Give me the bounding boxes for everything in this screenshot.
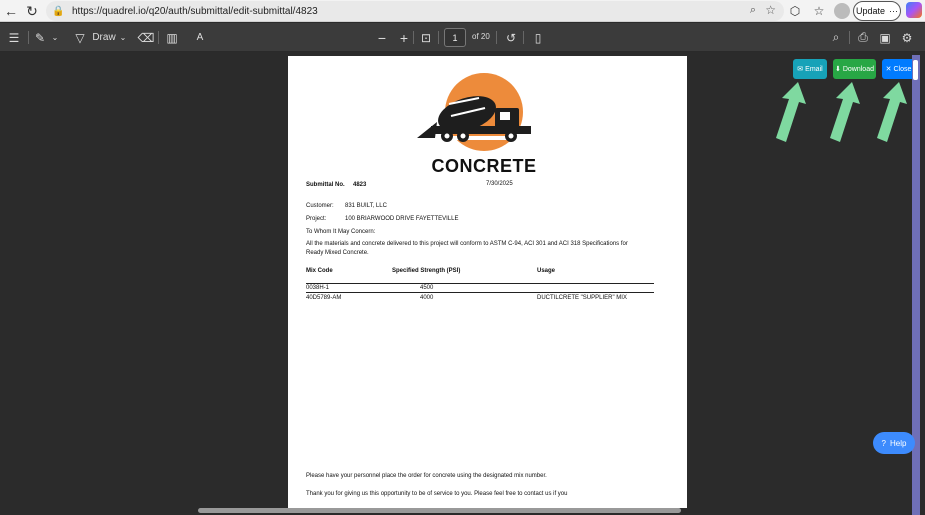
column-header-mix-code: Mix Code <box>306 268 333 274</box>
save-icon[interactable]: ▣ <box>877 29 893 46</box>
vertical-scrollbar-thumb[interactable] <box>913 60 918 80</box>
project-value: 100 BRIARWOOD DRIVE FAYETTEVILLE <box>345 216 459 222</box>
table-divider <box>306 283 654 284</box>
envelope-icon: ✉ <box>797 66 804 73</box>
mix-code-cell: 40D5789-AM <box>306 295 342 301</box>
search-icon[interactable]: ⌕ <box>828 29 844 46</box>
draw-button[interactable]: Draw <box>92 29 116 46</box>
logo-wordmark: CONCRETE <box>431 156 537 176</box>
favorites-icon[interactable]: ☆ <box>810 2 828 20</box>
footer-line-2: Thank you for giving us this opportunity… <box>306 491 568 497</box>
mix-code-cell: 0038H-1 <box>306 285 330 291</box>
extensions-icon[interactable]: ⬡ <box>786 2 804 20</box>
separator <box>438 31 439 44</box>
separator <box>413 31 414 44</box>
download-icon: ⬇ <box>834 66 841 73</box>
two-page-view-icon[interactable]: ▥ <box>164 29 180 46</box>
pdf-toolbar: ☰ ✎ ⌄ ▽ Draw ⌄ ⌫ ▥ A − + ⊡ 1 of 20 ↺ ▯ ⌕… <box>0 23 925 52</box>
settings-gear-icon[interactable]: ⚙ <box>899 29 915 46</box>
close-label: Close <box>893 65 912 73</box>
annotation-arrow-icon <box>830 82 860 142</box>
back-icon[interactable]: ← <box>2 2 20 20</box>
eraser-icon[interactable]: ⌫ <box>138 29 155 46</box>
print-icon[interactable]: ⎙ <box>855 29 871 46</box>
site-info-icon[interactable]: 🔒 <box>52 6 66 17</box>
favorite-star-icon[interactable]: ☆ <box>765 3 776 17</box>
page-number-input[interactable]: 1 <box>444 28 466 47</box>
customer-label: Customer: <box>306 203 334 209</box>
browser-toolbar: ← ↻ 🔒 https://quadrel.io/q20/auth/submit… <box>0 0 925 22</box>
customer-value: 831 BUILT, LLC <box>345 203 387 209</box>
horizontal-scrollbar-thumb[interactable] <box>198 508 681 513</box>
submittal-number: 4823 <box>353 182 367 188</box>
project-label: Project: <box>306 216 327 222</box>
page-count: of 20 <box>472 32 490 41</box>
annotation-arrow-icon <box>877 82 907 142</box>
highlight-icon[interactable]: ✎ <box>32 29 48 46</box>
footer-line-1: Please have your personnel place the ord… <box>306 473 547 479</box>
contents-icon[interactable]: ☰ <box>6 29 22 46</box>
question-icon: ? <box>881 438 886 448</box>
address-bar[interactable]: 🔒 https://quadrel.io/q20/auth/submittal/… <box>46 1 784 21</box>
separator <box>496 31 497 44</box>
pdf-viewer[interactable]: CONCRETE Submittal No. 4823 7/30/2025 Cu… <box>0 53 920 515</box>
draw-icon[interactable]: ▽ <box>72 29 88 46</box>
close-button[interactable]: ✕ Close <box>882 59 915 79</box>
read-aloud-icon[interactable]: A <box>192 29 208 46</box>
pdf-page: CONCRETE Submittal No. 4823 7/30/2025 Cu… <box>288 56 687 508</box>
page-view-icon[interactable]: ▯ <box>530 29 546 46</box>
url-text[interactable]: https://quadrel.io/q20/auth/submittal/ed… <box>72 6 318 17</box>
email-label: Email <box>805 65 823 73</box>
email-button[interactable]: ✉ Email <box>793 59 827 79</box>
strength-cell: 4000 <box>420 295 434 301</box>
separator <box>849 31 850 44</box>
separator <box>523 31 524 44</box>
separator <box>28 31 29 44</box>
draw-label: Draw <box>92 32 116 43</box>
zoom-in-icon[interactable]: + <box>397 29 411 46</box>
document-date: 7/30/2025 <box>486 181 513 187</box>
concrete-truck-icon <box>417 73 550 151</box>
column-header-strength: Specified Strength (PSI) <box>392 268 461 274</box>
chevron-down-icon[interactable]: ⌄ <box>118 29 128 46</box>
table-divider <box>306 292 654 293</box>
strength-cell: 4500 <box>420 285 434 291</box>
greeting: To Whom It May Concern: <box>306 229 376 235</box>
column-header-usage: Usage <box>537 268 556 274</box>
submittal-label: Submittal No. <box>306 182 345 188</box>
rotate-icon[interactable]: ↺ <box>503 29 519 46</box>
reload-icon[interactable]: ↻ <box>23 2 41 20</box>
chevron-down-icon[interactable]: ⌄ <box>50 29 60 46</box>
close-icon: ✕ <box>885 66 892 73</box>
copilot-icon[interactable] <box>906 2 922 18</box>
help-label: Help <box>890 438 907 448</box>
body-text-line-2: Ready Mixed Concrete. <box>306 250 369 256</box>
search-icon[interactable]: ⌕ <box>750 4 756 17</box>
profile-avatar[interactable] <box>834 3 850 19</box>
annotation-arrow-icon <box>776 82 806 142</box>
download-label: Download <box>842 65 874 73</box>
separator <box>158 31 159 44</box>
usage-cell: DUCTILCRETE "SUPPLIER" MIX <box>537 295 627 301</box>
zoom-out-icon[interactable]: − <box>375 29 389 46</box>
help-button[interactable]: ? Help <box>873 432 915 454</box>
more-options-icon: ··· <box>889 6 899 16</box>
update-button[interactable]: Update ··· <box>853 1 901 21</box>
body-text-line-1: All the materials and concrete delivered… <box>306 241 628 247</box>
download-button[interactable]: ⬇ Download <box>833 59 876 79</box>
update-label: Update <box>855 6 886 16</box>
fit-page-icon[interactable]: ⊡ <box>418 29 434 46</box>
